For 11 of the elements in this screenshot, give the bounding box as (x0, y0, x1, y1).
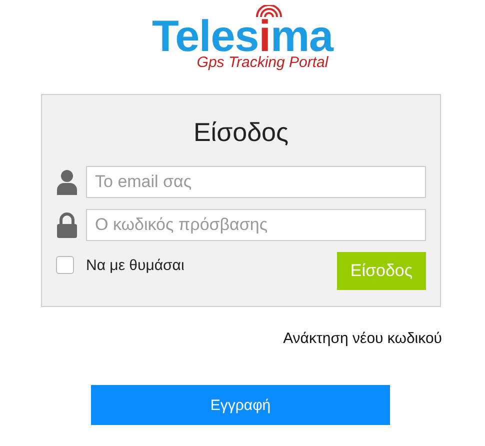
login-button[interactable]: Είσοδος (337, 252, 426, 290)
register-button[interactable]: Εγγραφή (91, 385, 390, 425)
remember-label: Να με θυμάσαι (86, 256, 184, 274)
remember-checkbox[interactable] (56, 256, 74, 274)
recover-password-link[interactable]: Ανάκτηση νέου κωδικού (283, 330, 442, 347)
lock-icon (56, 212, 78, 238)
email-field[interactable]: Το email σας (86, 166, 426, 198)
user-icon (56, 169, 78, 195)
signal-icon (256, 5, 282, 19)
password-field[interactable]: Ο κωδικός πρόσβασης (86, 209, 426, 241)
login-title: Είσοδος (192, 117, 290, 148)
